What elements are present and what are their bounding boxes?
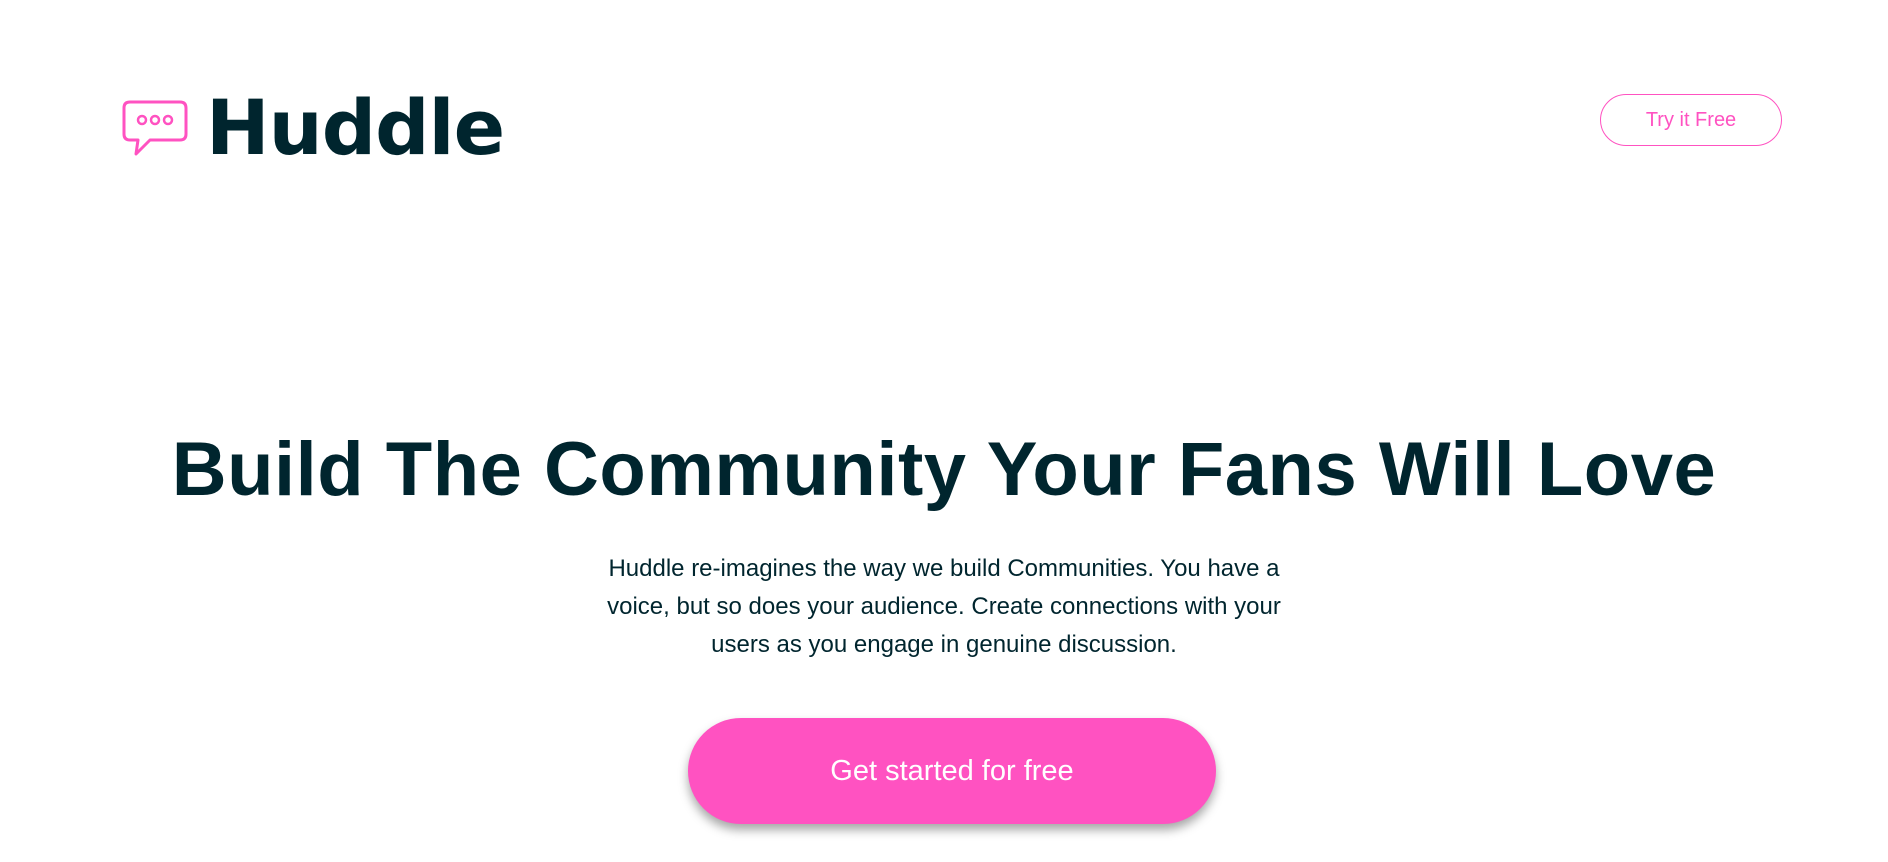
hero-title: Build The Community Your Fans Will Love — [171, 427, 1717, 512]
logo[interactable]: Huddle — [120, 83, 505, 172]
hero-section: Build The Community Your Fans Will Love … — [0, 420, 1888, 664]
logo-text: Huddle — [206, 83, 505, 172]
chat-bubble-icon — [122, 100, 188, 156]
get-started-button[interactable]: Get started for free — [688, 718, 1216, 824]
site-header: Huddle Try it Free — [0, 0, 1888, 200]
try-it-free-button[interactable]: Try it Free — [1600, 94, 1782, 146]
hero-description: Huddle re-imagines the way we build Comm… — [607, 555, 1281, 658]
